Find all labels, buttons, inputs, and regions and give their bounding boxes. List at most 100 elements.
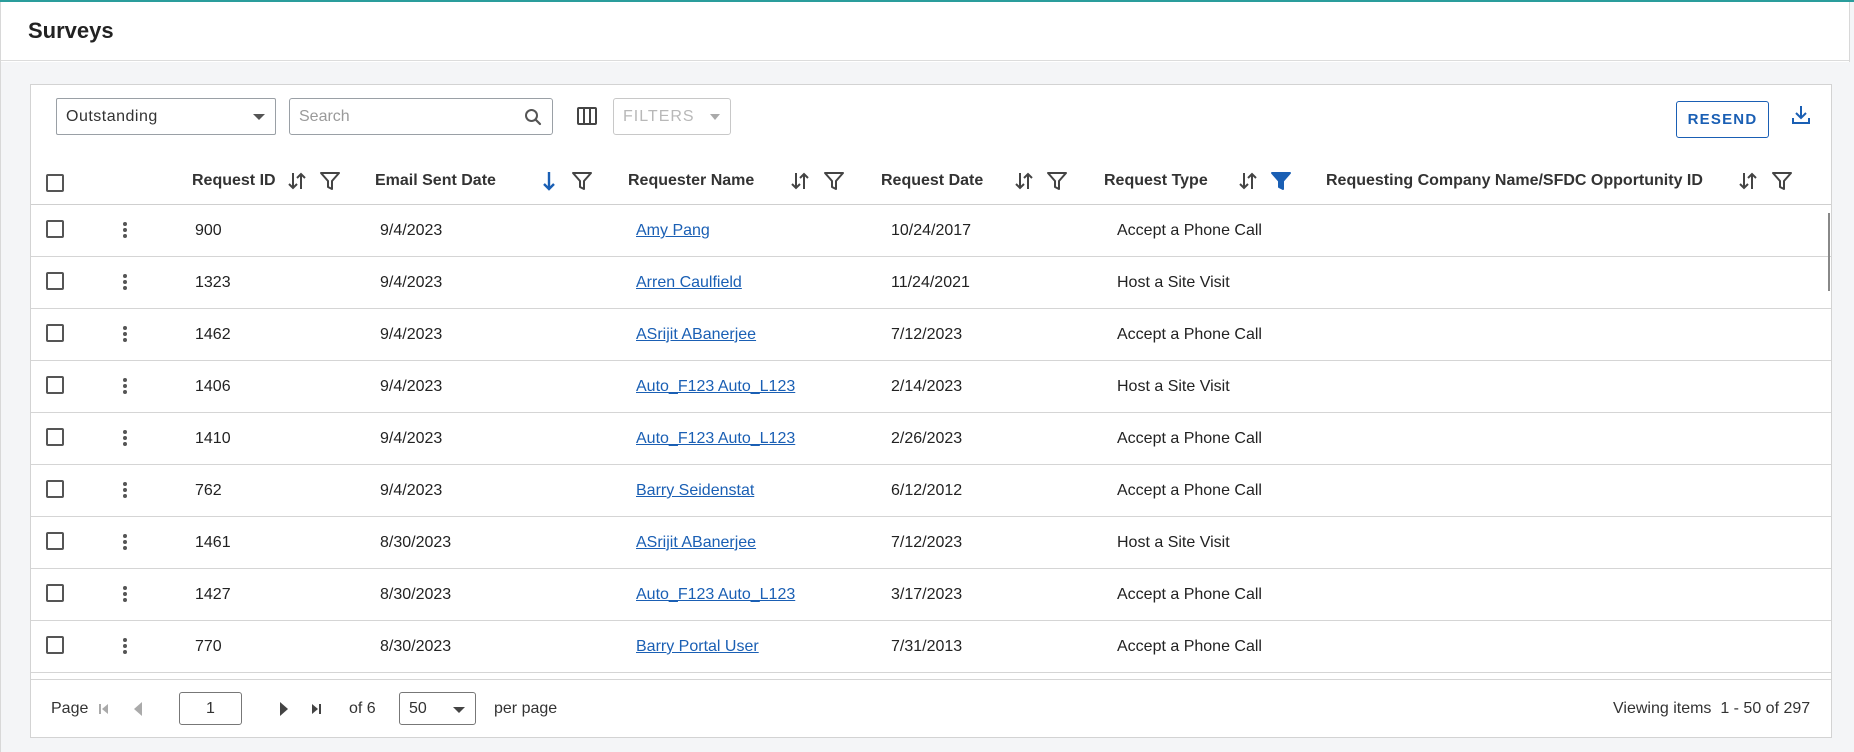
page-number-input[interactable]: [179, 692, 242, 725]
kebab-menu-icon[interactable]: [119, 375, 131, 397]
sort-icon[interactable]: [1236, 169, 1260, 198]
cell-request-date: 10/24/2017: [891, 222, 972, 239]
grid-toolbar: Outstanding FILTERS RESEND: [31, 85, 1831, 157]
page-count-label: of 6: [349, 700, 376, 717]
per-page-value: 50: [409, 699, 427, 717]
viewing-items-range: 1 - 50 of 297: [1720, 700, 1811, 717]
cell-request-type: Host a Site Visit: [1117, 534, 1230, 551]
chevron-down-icon: [453, 707, 465, 713]
cell-email-sent-date: 8/30/2023: [380, 534, 452, 551]
column-header-request-type[interactable]: Request Type: [1104, 157, 1208, 205]
next-page-icon[interactable]: [278, 700, 290, 723]
requester-name-link[interactable]: Barry Portal User: [636, 638, 759, 656]
select-all-checkbox[interactable]: [46, 174, 64, 192]
search-box: [289, 98, 553, 135]
page-title: Surveys: [28, 18, 114, 43]
kebab-menu-icon[interactable]: [119, 531, 131, 553]
kebab-menu-icon[interactable]: [119, 323, 131, 345]
cell-request-date: 2/14/2023: [891, 378, 963, 395]
sort-icon[interactable]: [285, 169, 309, 198]
table-row: 770 8/30/2023 Barry Portal User 7/31/2013 Ac…: [31, 621, 1831, 673]
first-page-icon[interactable]: [98, 702, 110, 721]
requester-name-link[interactable]: ASrijit ABanerjee: [636, 326, 756, 344]
column-header-label: Requester Name: [628, 172, 755, 189]
per-page-dropdown[interactable]: 50: [399, 692, 476, 725]
cell-request-type: Accept a Phone Call: [1117, 326, 1262, 343]
kebab-menu-icon[interactable]: [119, 219, 131, 241]
kebab-menu-icon[interactable]: [119, 583, 131, 605]
cell-request-date: 7/12/2023: [891, 534, 963, 551]
table-row: 1323 9/4/2023 Arren Caulfield 11/24/2021 Hos…: [31, 257, 1831, 309]
table-row: 1427 8/30/2023 Auto_F123 Auto_L123 3/17/202…: [31, 569, 1831, 621]
download-icon[interactable]: [1789, 103, 1813, 127]
row-checkbox[interactable]: [46, 584, 64, 602]
cell-request-id: 1406: [195, 378, 231, 395]
row-checkbox[interactable]: [46, 220, 64, 238]
requester-name-link[interactable]: Auto_F123 Auto_L123: [636, 430, 795, 448]
row-checkbox[interactable]: [46, 376, 64, 394]
requester-name-link[interactable]: Arren Caulfield: [636, 274, 742, 292]
status-dropdown[interactable]: Outstanding: [56, 98, 276, 135]
filter-icon[interactable]: [822, 169, 846, 198]
cell-request-id: 1461: [195, 534, 231, 551]
search-input[interactable]: [299, 107, 509, 126]
row-checkbox[interactable]: [46, 324, 64, 342]
sort-descending-icon[interactable]: [537, 169, 561, 198]
per-page-label: per page: [494, 700, 558, 717]
cell-request-id: 1410: [195, 430, 231, 447]
row-checkbox[interactable]: [46, 636, 64, 654]
cell-email-sent-date: 8/30/2023: [380, 638, 452, 655]
status-dropdown-value: Outstanding: [66, 107, 158, 125]
row-checkbox[interactable]: [46, 272, 64, 290]
requester-name-link[interactable]: Barry Seidenstat: [636, 482, 754, 500]
cell-request-date: 7/31/2013: [891, 638, 963, 655]
table-body: 900 9/4/2023 Amy Pang 10/24/2017 Accept a Ph…: [31, 205, 1831, 679]
column-header-request-id[interactable]: Request ID: [192, 157, 276, 205]
requester-name-link[interactable]: Auto_F123 Auto_L123: [636, 378, 795, 396]
filter-active-icon[interactable]: [1269, 169, 1293, 198]
filters-dropdown[interactable]: FILTERS: [613, 98, 731, 135]
vertical-scrollbar[interactable]: [1828, 213, 1830, 291]
sort-icon[interactable]: [788, 169, 812, 198]
kebab-menu-icon[interactable]: [119, 427, 131, 449]
chevron-down-icon: [710, 114, 720, 120]
requester-name-link[interactable]: Auto_F123 Auto_L123: [636, 586, 795, 604]
table-row: 1410 9/4/2023 Auto_F123 Auto_L123 2/26/2023…: [31, 413, 1831, 465]
column-header-label: Request Type: [1104, 172, 1208, 189]
sort-icon[interactable]: [1012, 169, 1036, 198]
kebab-menu-icon[interactable]: [119, 635, 131, 657]
sort-icon[interactable]: [1736, 169, 1760, 198]
cell-request-date: 2/26/2023: [891, 430, 963, 447]
last-page-icon[interactable]: [310, 702, 322, 721]
filter-icon[interactable]: [1045, 169, 1069, 198]
row-checkbox[interactable]: [46, 480, 64, 498]
column-header-requester-name[interactable]: Requester Name: [628, 157, 754, 205]
requester-name-link[interactable]: Amy Pang: [636, 222, 710, 240]
cell-request-id: 762: [195, 482, 222, 499]
cell-email-sent-date: 9/4/2023: [380, 378, 443, 395]
viewing-items-label: Viewing items 1 - 50 of 297: [1613, 700, 1810, 718]
row-checkbox[interactable]: [46, 532, 64, 550]
column-header-email-sent-date[interactable]: Email Sent Date: [375, 157, 496, 205]
requester-name-link[interactable]: ASrijit ABanerjee: [636, 534, 756, 552]
kebab-menu-icon[interactable]: [119, 271, 131, 293]
column-header-label: Request Date: [881, 172, 984, 189]
cell-request-type: Accept a Phone Call: [1117, 430, 1262, 447]
filters-label: FILTERS: [623, 107, 695, 125]
columns-icon[interactable]: [575, 104, 599, 128]
previous-page-icon[interactable]: [132, 700, 144, 723]
row-checkbox[interactable]: [46, 428, 64, 446]
filter-icon[interactable]: [318, 169, 342, 198]
column-header-request-date[interactable]: Request Date: [881, 157, 983, 205]
cell-request-type: Accept a Phone Call: [1117, 586, 1262, 603]
column-header-requesting-company[interactable]: Requesting Company Name/SFDC Opportunity…: [1326, 157, 1703, 205]
search-icon[interactable]: [524, 108, 542, 131]
surveys-page: Surveys Outstanding Search FILTERS RESEN…: [0, 2, 1850, 752]
table-row: 1462 9/4/2023 ASrijit ABanerjee 7/12/2023 Ac…: [31, 309, 1831, 361]
filter-icon[interactable]: [570, 169, 594, 198]
cell-request-date: 6/12/2012: [891, 482, 963, 499]
kebab-menu-icon[interactable]: [119, 479, 131, 501]
resend-button[interactable]: RESEND: [1676, 101, 1769, 138]
table-header: Request ID Email Sent Date Requester Nam…: [31, 157, 1831, 205]
filter-icon[interactable]: [1770, 169, 1794, 198]
